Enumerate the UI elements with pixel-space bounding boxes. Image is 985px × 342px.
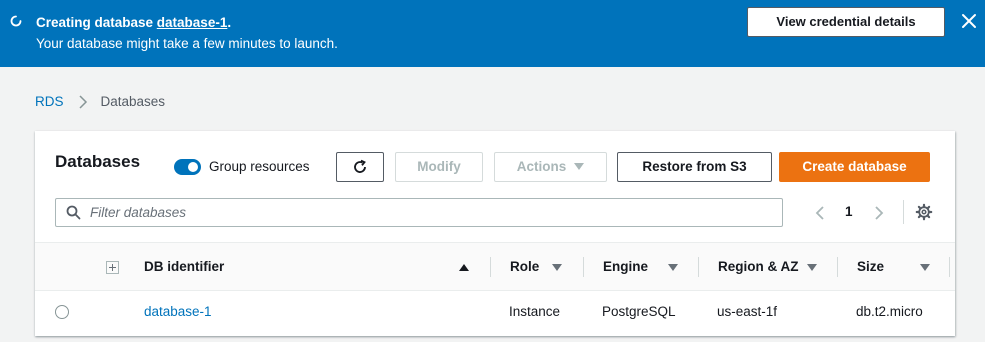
search-icon bbox=[66, 205, 81, 220]
column-divider bbox=[490, 257, 491, 277]
breadcrumb: RDS Databases bbox=[35, 94, 165, 109]
caret-down-icon bbox=[574, 162, 585, 170]
page-number[interactable]: 1 bbox=[845, 204, 853, 219]
column-divider bbox=[837, 257, 838, 277]
column-header-role[interactable]: Role bbox=[510, 243, 539, 291]
banner-subtitle: Your database might take a few minutes t… bbox=[36, 36, 338, 51]
banner-title-suffix: . bbox=[227, 15, 232, 30]
breadcrumb-current: Databases bbox=[100, 94, 166, 109]
expand-all-icon[interactable] bbox=[106, 261, 119, 274]
modify-button[interactable]: Modify bbox=[395, 152, 483, 182]
actions-dropdown-button[interactable]: Actions bbox=[494, 152, 607, 182]
sort-ascending-icon[interactable] bbox=[459, 264, 469, 271]
sort-icon[interactable] bbox=[668, 264, 678, 271]
loading-spinner-icon bbox=[10, 15, 22, 27]
sort-icon[interactable] bbox=[552, 264, 562, 271]
db-identifier-link[interactable]: database-1 bbox=[144, 291, 212, 333]
sort-icon[interactable] bbox=[920, 264, 930, 271]
column-header-db-identifier[interactable]: DB identifier bbox=[144, 243, 224, 291]
column-divider bbox=[698, 257, 699, 277]
row-select-radio[interactable] bbox=[55, 305, 69, 319]
actions-label: Actions bbox=[516, 159, 567, 174]
table-row[interactable]: database-1 Instance PostgreSQL us-east-1… bbox=[35, 291, 955, 336]
restore-from-s3-button[interactable]: Restore from S3 bbox=[617, 152, 772, 182]
filter-field bbox=[55, 198, 783, 227]
chevron-left-icon[interactable] bbox=[814, 205, 826, 221]
column-header-region-az[interactable]: Region & AZ bbox=[718, 243, 799, 291]
column-divider bbox=[583, 257, 584, 277]
sort-icon[interactable] bbox=[807, 264, 817, 271]
refresh-icon bbox=[354, 159, 366, 173]
close-icon[interactable] bbox=[960, 12, 978, 30]
cell-region-az: us-east-1f bbox=[717, 304, 778, 319]
column-header-engine[interactable]: Engine bbox=[603, 243, 648, 291]
banner-database-link[interactable]: database-1 bbox=[157, 15, 228, 30]
column-header-size[interactable]: Size bbox=[857, 243, 884, 291]
flash-banner: Creating database database-1. Your datab… bbox=[0, 0, 985, 67]
pagination-divider bbox=[903, 200, 904, 224]
chevron-right-icon[interactable] bbox=[873, 205, 885, 221]
breadcrumb-rds-link[interactable]: RDS bbox=[35, 94, 64, 109]
banner-message: Creating database database-1. Your datab… bbox=[36, 12, 338, 54]
cell-size: db.t2.micro bbox=[856, 304, 923, 319]
chevron-right-icon bbox=[78, 94, 87, 109]
create-database-button[interactable]: Create database bbox=[779, 152, 930, 182]
cell-engine: PostgreSQL bbox=[602, 304, 676, 319]
refresh-button[interactable] bbox=[336, 152, 384, 182]
panel-title: Databases bbox=[55, 152, 141, 171]
gear-icon[interactable] bbox=[915, 203, 933, 221]
group-resources-toggle[interactable] bbox=[174, 159, 201, 175]
toggle-knob bbox=[188, 162, 198, 172]
cell-role: Instance bbox=[509, 304, 561, 319]
banner-title-prefix: Creating database bbox=[36, 15, 157, 30]
databases-panel: Databases Group resources Modify Actions… bbox=[35, 131, 955, 336]
filter-databases-input[interactable] bbox=[90, 203, 770, 222]
group-resources-label: Group resources bbox=[209, 159, 310, 174]
banner-title: Creating database database-1. bbox=[36, 12, 338, 33]
table-header: DB identifier Role Engine Region & AZ Si… bbox=[35, 242, 955, 291]
view-credential-details-button[interactable]: View credential details bbox=[747, 7, 945, 37]
column-divider bbox=[949, 257, 950, 277]
